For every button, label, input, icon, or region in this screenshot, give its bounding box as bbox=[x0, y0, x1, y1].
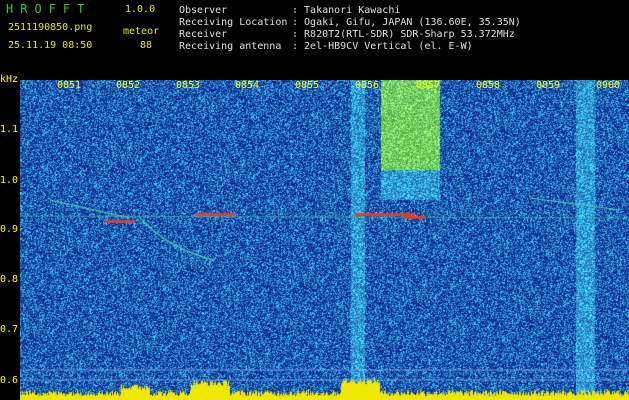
freq-tick: 1.0 bbox=[0, 175, 19, 186]
timestamp: 25.11.19 08:50 bbox=[8, 40, 93, 51]
time-tick: 0852 bbox=[116, 80, 141, 91]
time-tick: 0854 bbox=[235, 80, 260, 91]
freq-tick: 0.8 bbox=[0, 274, 19, 285]
meteor-count: 88 bbox=[140, 40, 153, 51]
freq-tick: 1.1 bbox=[0, 124, 19, 135]
time-tick: 0855 bbox=[295, 80, 320, 91]
time-tick: 0859 bbox=[536, 80, 561, 91]
antenna-value: : 2el-HB9CV Vertical (el. E-W) bbox=[292, 41, 473, 52]
time-tick: 0900 bbox=[596, 80, 621, 91]
spectrogram-canvas bbox=[20, 80, 629, 400]
observer-key: Observer bbox=[179, 5, 228, 16]
frequency-axis: 1.1 1.0 0.9 0.8 0.7 0.6 bbox=[0, 80, 20, 400]
freq-tick: 0.6 bbox=[0, 375, 19, 386]
receiver-value: : R820T2(RTL-SDR) SDR-Sharp 53.372MHz bbox=[292, 29, 515, 40]
freq-tick: 0.9 bbox=[0, 224, 19, 235]
hrofft-window: HROFFT 1.0.0 2511190850.png 25.11.19 08:… bbox=[0, 0, 629, 400]
app-title: HROFFT bbox=[6, 2, 92, 16]
receiver-key: Receiver bbox=[179, 29, 228, 40]
file-name: 2511190850.png bbox=[8, 22, 93, 33]
time-axis: 0851 0852 0853 0854 0855 0856 0857 0858 … bbox=[20, 80, 629, 92]
antenna-key: Receiving antenna bbox=[179, 41, 282, 52]
time-tick: 0856 bbox=[355, 80, 380, 91]
time-tick: 0851 bbox=[57, 80, 82, 91]
spectrogram-plot bbox=[20, 80, 629, 400]
location-value: : Ogaki, Gifu, JAPAN (136.60E, 35.35N) bbox=[292, 17, 521, 28]
freq-tick: 0.7 bbox=[0, 324, 19, 335]
mode-label: meteor bbox=[123, 26, 160, 37]
location-key: Receiving Location bbox=[179, 17, 288, 28]
time-tick: 0853 bbox=[176, 80, 201, 91]
app-version: 1.0.0 bbox=[125, 4, 156, 15]
time-tick: 0858 bbox=[476, 80, 501, 91]
observer-value: : Takanori Kawachi bbox=[292, 5, 401, 16]
time-tick: 0857 bbox=[416, 80, 441, 91]
